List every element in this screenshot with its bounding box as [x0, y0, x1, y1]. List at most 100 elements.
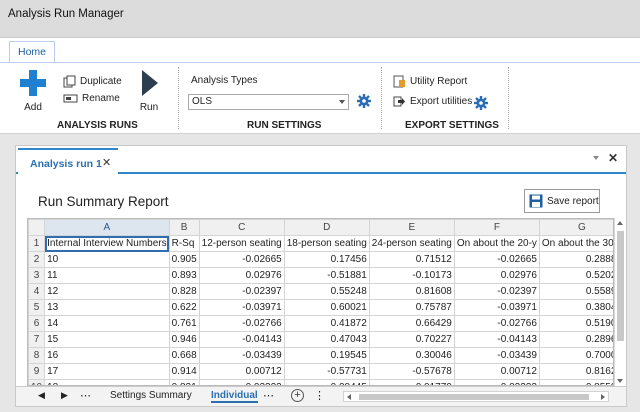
- table-cell[interactable]: -0.10173: [368, 267, 455, 284]
- table-cell[interactable]: 0.946: [168, 331, 200, 348]
- table-cell[interactable]: 16: [44, 347, 170, 364]
- table-cell[interactable]: 0.47043: [283, 331, 370, 348]
- sheet-menu-icon[interactable]: ⋮: [314, 389, 325, 402]
- table-cell[interactable]: 0.914: [168, 363, 200, 380]
- column-header[interactable]: E: [368, 219, 455, 236]
- tab-home[interactable]: Home: [9, 41, 55, 64]
- table-cell[interactable]: 0.75787: [368, 299, 455, 316]
- table-cell[interactable]: -0.02397: [453, 283, 540, 300]
- table-cell[interactable]: Internal Interview Numbers: [44, 235, 170, 252]
- scroll-left-icon[interactable]: [347, 394, 351, 400]
- gear-icon[interactable]: [474, 96, 488, 110]
- table-cell[interactable]: 0.51907: [538, 315, 613, 332]
- row-header[interactable]: 9: [28, 363, 46, 380]
- table-cell[interactable]: 0.81608: [368, 283, 455, 300]
- table-cell[interactable]: 0.55248: [283, 283, 370, 300]
- table-cell[interactable]: -0.03971: [198, 299, 285, 316]
- table-cell[interactable]: 0.70227: [368, 331, 455, 348]
- add-button[interactable]: Add: [16, 68, 50, 113]
- save-report-button[interactable]: Save report: [524, 189, 600, 213]
- table-cell[interactable]: 0.52027: [538, 267, 613, 284]
- table-cell[interactable]: 14: [44, 315, 170, 332]
- table-cell[interactable]: -0.03439: [198, 347, 285, 364]
- table-cell[interactable]: R-Sq: [168, 235, 200, 252]
- corner-cell[interactable]: [28, 219, 46, 236]
- table-cell[interactable]: 0.17456: [283, 251, 370, 268]
- table-cell[interactable]: 0.70007: [538, 347, 613, 364]
- vertical-scrollbar[interactable]: [614, 218, 625, 386]
- table-cell[interactable]: -0.02397: [198, 283, 285, 300]
- rename-button[interactable]: Rename: [63, 93, 120, 104]
- table-cell[interactable]: 0.828: [168, 283, 200, 300]
- scroll-up-icon[interactable]: [617, 221, 623, 225]
- column-header[interactable]: D: [283, 219, 370, 236]
- table-cell[interactable]: 0.02976: [453, 267, 540, 284]
- table-cell[interactable]: -0.57731: [283, 363, 370, 380]
- duplicate-button[interactable]: Duplicate: [63, 75, 122, 88]
- table-cell[interactable]: -0.04143: [198, 331, 285, 348]
- table-cell[interactable]: -0.02766: [453, 315, 540, 332]
- table-cell[interactable]: On about the 30-y: [538, 235, 613, 252]
- scrollbar-thumb[interactable]: [359, 394, 589, 400]
- sheet-tab-individual[interactable]: Individual: [211, 390, 258, 403]
- row-header[interactable]: 1: [28, 235, 46, 252]
- table-cell[interactable]: -0.51881: [283, 267, 370, 284]
- table-cell[interactable]: 13: [44, 299, 170, 316]
- table-cell[interactable]: 12: [44, 283, 170, 300]
- column-header[interactable]: A: [44, 219, 170, 236]
- table-cell[interactable]: 0.81620: [538, 363, 613, 380]
- export-utilities-button[interactable]: Export utilities: [393, 95, 472, 108]
- table-cell[interactable]: 0.28884: [538, 251, 613, 268]
- first-sheet-icon[interactable]: ◀: [38, 390, 45, 401]
- table-cell[interactable]: 0.761: [168, 315, 200, 332]
- scrollbar-thumb[interactable]: [617, 231, 624, 341]
- table-cell[interactable]: -0.04143: [453, 331, 540, 348]
- row-header[interactable]: 8: [28, 347, 46, 364]
- table-cell[interactable]: 0.66429: [368, 315, 455, 332]
- analysis-type-select[interactable]: OLS: [188, 94, 349, 110]
- table-cell[interactable]: 0.00712: [453, 363, 540, 380]
- column-header[interactable]: B: [168, 219, 200, 236]
- table-cell[interactable]: 0.55894: [538, 283, 613, 300]
- table-cell[interactable]: 0.19545: [283, 347, 370, 364]
- row-header[interactable]: 4: [28, 283, 46, 300]
- table-cell[interactable]: -0.02665: [198, 251, 285, 268]
- table-cell[interactable]: 0.02976: [198, 267, 285, 284]
- column-header[interactable]: C: [198, 219, 285, 236]
- table-cell[interactable]: 0.41872: [283, 315, 370, 332]
- scroll-right-icon[interactable]: [601, 394, 605, 400]
- table-cell[interactable]: -0.03439: [453, 347, 540, 364]
- horizontal-scrollbar[interactable]: [343, 391, 609, 402]
- table-cell[interactable]: -0.02665: [453, 251, 540, 268]
- table-cell[interactable]: 0.668: [168, 347, 200, 364]
- table-cell[interactable]: -0.03971: [453, 299, 540, 316]
- row-header[interactable]: 2: [28, 251, 46, 268]
- table-cell[interactable]: 0.622: [168, 299, 200, 316]
- row-header[interactable]: 6: [28, 315, 46, 332]
- table-cell[interactable]: 11: [44, 267, 170, 284]
- pane-close-icon[interactable]: ✕: [608, 151, 618, 165]
- table-cell[interactable]: 0.893: [168, 267, 200, 284]
- table-cell[interactable]: 12-person seating: [198, 235, 285, 252]
- last-sheet-icon[interactable]: ▶: [61, 390, 68, 401]
- table-cell[interactable]: 0.28967: [538, 331, 613, 348]
- sheet-tab-settings-summary[interactable]: Settings Summary: [110, 390, 192, 401]
- more-sheets-left-icon[interactable]: ⋯: [80, 389, 91, 402]
- table-cell[interactable]: 0.38046: [538, 299, 613, 316]
- table-cell[interactable]: On about the 20-y: [453, 235, 540, 252]
- table-cell[interactable]: 15: [44, 331, 170, 348]
- column-header[interactable]: F: [453, 219, 540, 236]
- table-cell[interactable]: 0.71512: [368, 251, 455, 268]
- scroll-down-icon[interactable]: [617, 379, 623, 383]
- row-header[interactable]: 5: [28, 299, 46, 316]
- table-cell[interactable]: 24-person seating: [368, 235, 455, 252]
- tab-analysis-run-1[interactable]: Analysis run 1 ✕: [18, 148, 118, 174]
- utility-report-button[interactable]: Utility Report: [393, 75, 467, 88]
- table-cell[interactable]: 0.905: [168, 251, 200, 268]
- table-cell[interactable]: 0.00712: [198, 363, 285, 380]
- gear-icon[interactable]: [357, 94, 371, 108]
- run-button[interactable]: Run: [134, 68, 164, 113]
- table-cell[interactable]: 10: [44, 251, 170, 268]
- table-cell[interactable]: -0.02766: [198, 315, 285, 332]
- table-cell[interactable]: 0.30046: [368, 347, 455, 364]
